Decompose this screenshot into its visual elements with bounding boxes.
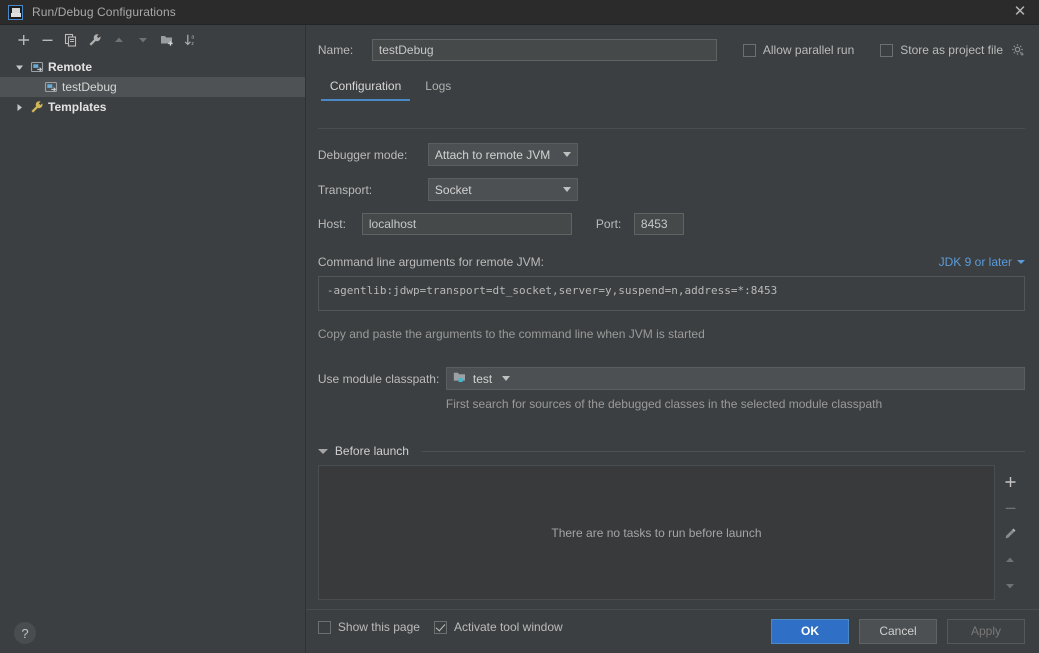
allow-parallel-run-label: Allow parallel run — [762, 43, 855, 57]
configuration-editor-pane: Name: Allow parallel run Store as projec… — [305, 25, 1039, 653]
editor-tabs: Configuration Logs — [318, 75, 1039, 101]
tree-item-label: testDebug — [62, 80, 117, 94]
module-classpath-row: Use module classpath: test — [306, 367, 1039, 390]
tab-logs[interactable]: Logs — [413, 75, 463, 101]
collapse-triangle-icon[interactable] — [317, 448, 328, 454]
module-classpath-hint: First search for sources of the debugged… — [445, 397, 883, 411]
debugger-mode-value: Attach to remote JVM — [434, 147, 551, 162]
intellij-idea-logo-icon — [8, 4, 23, 20]
ok-button[interactable]: OK — [771, 618, 849, 644]
checkbox-box[interactable] — [742, 43, 756, 57]
edit-task-button[interactable] — [999, 523, 1021, 545]
remote-configuration-icon — [42, 80, 60, 94]
host-port-row: Host: Port: — [306, 213, 1039, 235]
chevron-down-icon — [562, 152, 571, 157]
module-classpath-dropdown[interactable]: test — [445, 367, 1025, 390]
chevron-down-icon — [562, 187, 571, 192]
add-task-button[interactable] — [999, 471, 1021, 493]
help-button[interactable]: ? — [14, 622, 36, 644]
gear-icon[interactable] — [1011, 43, 1025, 57]
window-title: Run/Debug Configurations — [32, 5, 176, 19]
tree-item-label: Remote — [48, 60, 93, 74]
command-line-header: Command line arguments for remote JVM: J… — [306, 255, 1039, 269]
section-divider — [421, 450, 1025, 452]
apply-button: Apply — [947, 618, 1025, 644]
jdk-version-link[interactable]: JDK 9 or later — [939, 255, 1025, 269]
module-classpath-label: Use module classpath: — [317, 371, 440, 386]
command-line-arguments-value[interactable]: -agentlib:jdwp=transport=dt_socket,serve… — [317, 276, 1025, 311]
configurations-tree: Remote testDebug Templates — [0, 51, 305, 653]
module-classpath-value: test — [472, 371, 493, 386]
before-launch-header: Before launch — [306, 444, 1039, 458]
debugger-mode-dropdown[interactable]: Attach to remote JVM — [427, 143, 578, 166]
expand-triangle-down-icon[interactable] — [14, 62, 28, 73]
dialog-button-bar: OK Cancel Apply — [305, 609, 1039, 653]
sort-configurations-button[interactable]: a z — [180, 29, 202, 51]
move-down-button[interactable] — [132, 29, 154, 51]
name-row: Name: Allow parallel run Store as projec… — [306, 25, 1039, 61]
configurations-toolbar: a z — [0, 25, 305, 51]
transport-label: Transport: — [317, 182, 373, 197]
transport-dropdown[interactable]: Socket — [427, 178, 578, 201]
tree-item-testdebug[interactable]: testDebug — [0, 77, 305, 97]
port-input[interactable] — [633, 213, 684, 235]
tree-item-remote[interactable]: Remote — [0, 57, 305, 77]
close-icon[interactable]: ✕ — [1009, 1, 1031, 23]
command-line-title: Command line arguments for remote JVM: — [317, 255, 544, 269]
before-launch-title: Before launch — [334, 444, 409, 458]
module-folder-icon — [453, 371, 467, 387]
remove-task-button[interactable] — [999, 497, 1021, 519]
remove-configuration-button[interactable] — [36, 29, 58, 51]
cancel-button[interactable]: Cancel — [859, 618, 937, 644]
tree-item-label: Templates — [48, 100, 107, 114]
configuration-tab-content: Debugger mode: Attach to remote JVM Tran… — [306, 131, 1039, 653]
new-folder-button[interactable] — [156, 29, 178, 51]
run-debug-configurations-dialog: Run/Debug Configurations ✕ a z Remote te… — [0, 0, 1039, 653]
svg-text:z: z — [191, 41, 194, 47]
name-input[interactable] — [371, 39, 717, 61]
allow-parallel-run-checkbox[interactable]: Allow parallel run — [742, 43, 855, 57]
checkbox-box[interactable] — [880, 43, 894, 57]
before-launch-empty-text: There are no tasks to run before launch — [551, 525, 762, 540]
title-bar: Run/Debug Configurations ✕ — [0, 0, 1039, 25]
jdk-version-label: JDK 9 or later — [938, 255, 1012, 269]
move-task-up-button[interactable] — [999, 549, 1021, 571]
remote-configuration-icon — [28, 60, 46, 74]
expand-triangle-right-icon[interactable] — [14, 102, 28, 113]
debugger-mode-label: Debugger mode: — [317, 147, 408, 162]
tab-separator — [317, 128, 1025, 129]
chevron-down-icon — [1017, 260, 1025, 264]
move-task-down-button[interactable] — [999, 575, 1021, 597]
tab-configuration[interactable]: Configuration — [318, 75, 413, 101]
port-label: Port: — [595, 217, 622, 231]
edit-templates-button[interactable] — [84, 29, 106, 51]
dialog-body: a z Remote testDebug Templates ? Name: t… — [0, 25, 1039, 653]
before-launch-task-list[interactable]: There are no tasks to run before launch — [317, 465, 995, 600]
add-configuration-button[interactable] — [12, 29, 34, 51]
before-launch-body: There are no tasks to run before launch — [317, 465, 1025, 600]
debugger-mode-row: Debugger mode: Attach to remote JVM — [306, 143, 1039, 166]
button-bar-divider — [305, 609, 1039, 610]
transport-row: Transport: Socket — [306, 178, 1039, 201]
command-line-hint: Copy and paste the arguments to the comm… — [317, 327, 705, 341]
move-up-button[interactable] — [108, 29, 130, 51]
configurations-pane: a z Remote testDebug Templates ? — [0, 25, 306, 653]
before-launch-toolbar — [995, 465, 1025, 600]
chevron-down-icon — [502, 376, 511, 381]
wrench-icon — [28, 100, 46, 114]
tree-item-templates[interactable]: Templates — [0, 97, 305, 117]
store-as-project-file-label: Store as project file — [900, 43, 1003, 57]
copy-configuration-button[interactable] — [60, 29, 82, 51]
svg-text:a: a — [191, 35, 194, 41]
name-label: Name: — [317, 43, 354, 57]
transport-value: Socket — [434, 182, 472, 197]
store-as-project-file-checkbox[interactable]: Store as project file — [880, 43, 1003, 57]
host-input[interactable] — [361, 213, 572, 235]
host-label: Host: — [317, 217, 346, 231]
